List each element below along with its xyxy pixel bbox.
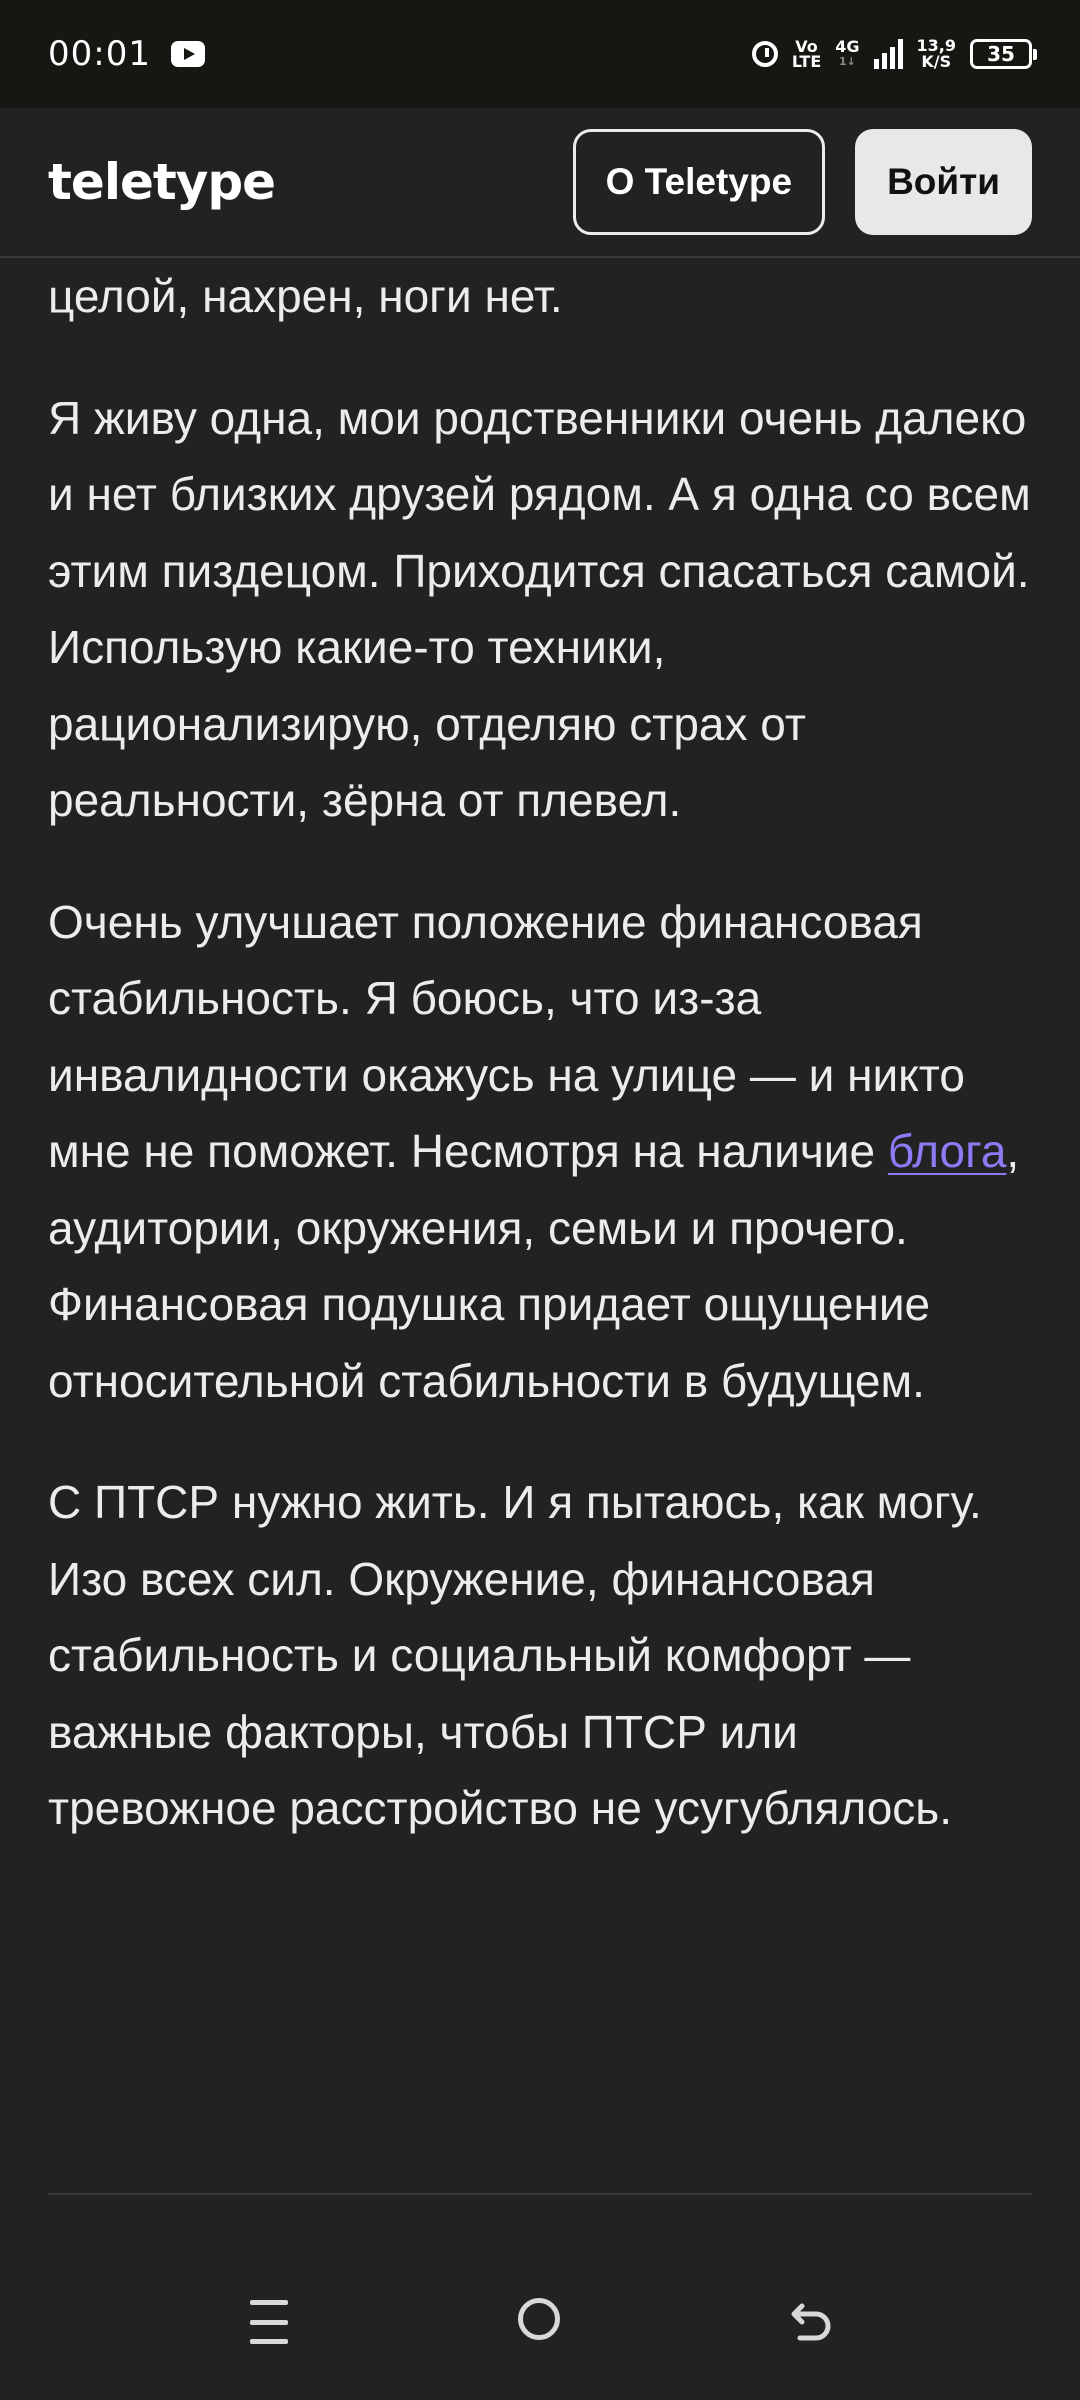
article-divider [48, 2193, 1032, 2195]
article-paragraph: Я живу одна, мои родственники очень дале… [48, 391, 1031, 827]
network-speed: 13,9 K/S [917, 38, 956, 70]
system-nav-bar [0, 2260, 1080, 2400]
network-label: 4G [835, 37, 860, 56]
battery-icon: 35 [970, 39, 1037, 69]
header-buttons: О Teletype Войти [572, 129, 1032, 235]
paragraph-text: Очень улучшает положение финансовая стаб… [48, 895, 965, 1178]
blog-link[interactable]: блога [888, 1125, 1007, 1177]
alarm-icon [751, 41, 778, 67]
recent-apps-icon[interactable] [250, 2300, 288, 2344]
article-paragraph: целой, нахрен, ноги нет. [48, 270, 563, 322]
teletype-logo[interactable]: teletype [48, 153, 276, 211]
signal-icon [873, 39, 903, 69]
network-activity: 1↓ [838, 55, 856, 68]
site-header: teletype О Teletype Войти [0, 108, 1080, 258]
status-icons: Vo LTE 4G 1↓ 13,9 K/S 35 [751, 38, 1037, 71]
network-type: 4G 1↓ [835, 39, 859, 69]
login-button[interactable]: Войти [855, 129, 1032, 235]
article-paragraph: С ПТСР нужно жить. И я пытаюсь, как могу… [48, 1476, 982, 1834]
about-teletype-button[interactable]: О Teletype [572, 129, 826, 235]
home-icon[interactable] [518, 2298, 560, 2340]
volte-bottom: LTE [791, 52, 822, 71]
speed-unit: K/S [921, 52, 952, 71]
article-paragraph: Очень улучшает положение финансовая стаб… [48, 884, 1038, 1420]
volte-indicator: Vo LTE [791, 39, 822, 71]
youtube-notification-icon [170, 41, 205, 67]
battery-level: 35 [987, 42, 1015, 66]
article-body: целой, нахрен, ноги нет. Я живу одна, мо… [48, 258, 1038, 1847]
status-bar: 00:01 Vo LTE 4G 1↓ 13,9 K/S 35 [0, 0, 1080, 108]
back-icon[interactable] [788, 2298, 836, 2346]
status-time: 00:01 [48, 34, 151, 74]
